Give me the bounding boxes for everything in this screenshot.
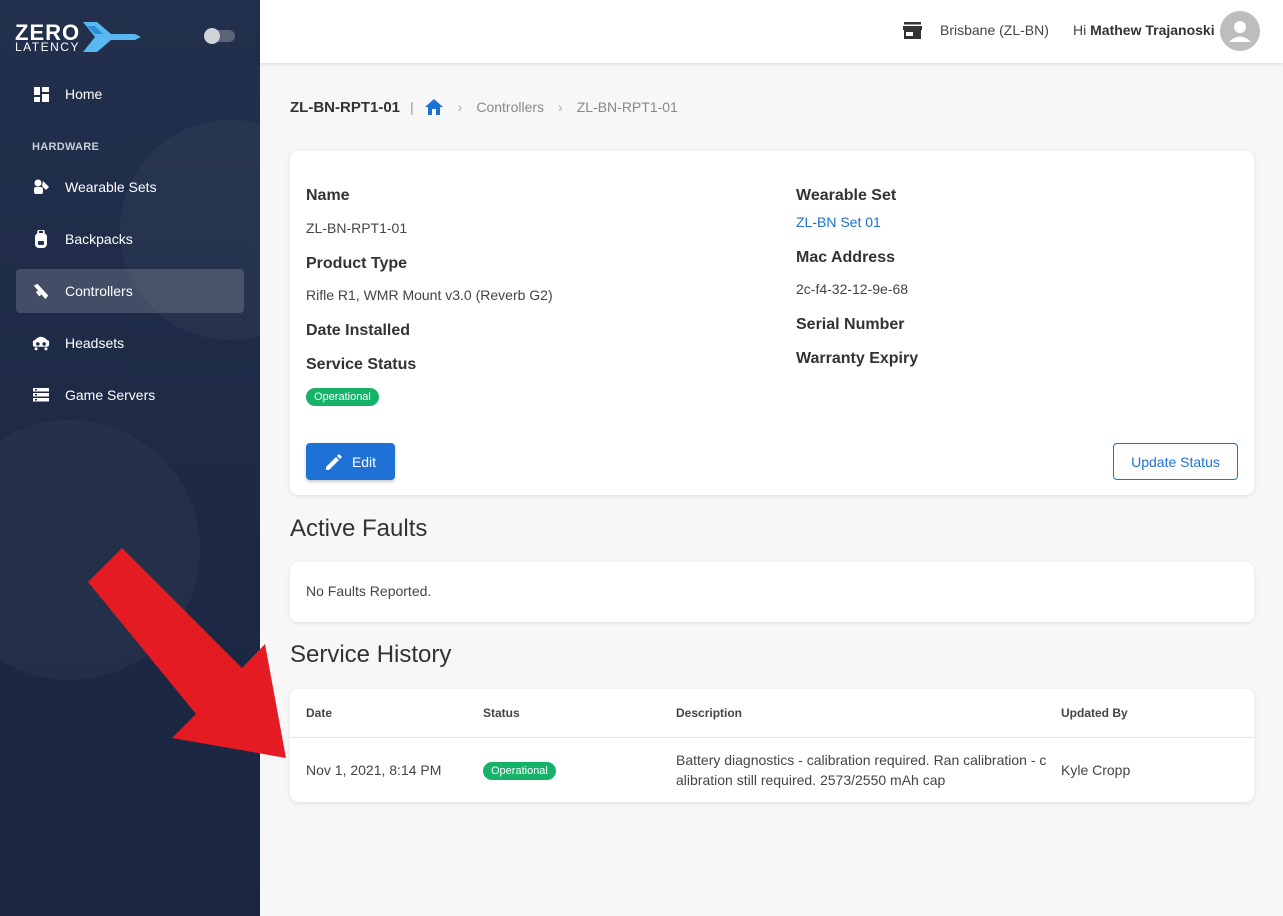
sidebar-section-heading: HARDWARE xyxy=(32,141,100,153)
status-badge: Operational xyxy=(306,388,379,406)
sidebar-item-label: Game Servers xyxy=(65,387,156,403)
server-icon xyxy=(32,386,50,404)
row-date: Nov 1, 2021, 8:14 PM xyxy=(306,762,442,778)
home-icon[interactable] xyxy=(424,98,444,116)
mac-address-label: Mac Address xyxy=(796,249,895,266)
mac-address-value: 2c-f4-32-12-9e-68 xyxy=(796,281,909,297)
wearable-set-link[interactable]: ZL-BN Set 01 xyxy=(796,214,881,230)
theme-toggle[interactable] xyxy=(204,28,235,44)
table-divider xyxy=(290,737,1254,738)
headset-icon xyxy=(32,334,50,352)
page-title: ZL-BN-RPT1-01 xyxy=(290,98,401,116)
user-name: Mathew Trajanoski xyxy=(1090,22,1215,38)
service-history-table: Date Status Description Updated By Nov 1… xyxy=(290,689,1254,802)
service-status-label: Service Status xyxy=(306,356,417,373)
red-annotation-arrow-icon xyxy=(88,548,286,758)
sidebar-item-wearable-sets[interactable]: Wearable Sets xyxy=(16,165,244,209)
sidebar-item-headsets[interactable]: Headsets xyxy=(16,321,244,365)
breadcrumb-controllers[interactable]: Controllers xyxy=(476,99,544,115)
service-history-heading: Service History xyxy=(290,641,452,668)
greeting-text: Hi xyxy=(1073,22,1087,38)
active-faults-heading: Active Faults xyxy=(290,515,428,542)
dashboard-icon xyxy=(32,85,50,103)
sidebar-item-backpacks[interactable]: Backpacks xyxy=(16,217,244,261)
location-selector[interactable]: Brisbane (ZL-BN) xyxy=(940,22,1049,38)
column-header-status[interactable]: Status xyxy=(483,706,520,720)
serial-number-label: Serial Number xyxy=(796,316,905,333)
column-header-updated-by[interactable]: Updated By xyxy=(1061,706,1128,720)
no-faults-message: No Faults Reported. xyxy=(306,583,432,599)
breadcrumb-current: ZL-BN-RPT1-01 xyxy=(576,99,678,115)
active-faults-card: No Faults Reported. xyxy=(290,562,1254,622)
edit-button-label: Edit xyxy=(351,453,377,470)
jet-logo-icon xyxy=(83,22,141,52)
name-value: ZL-BN-RPT1-01 xyxy=(306,220,408,236)
sidebar-item-label: Controllers xyxy=(65,283,133,299)
zero-latency-logo[interactable]: ZERO LATENCY xyxy=(15,20,141,54)
column-header-description[interactable]: Description xyxy=(676,706,742,720)
update-status-button[interactable]: Update Status xyxy=(1113,443,1238,480)
sidebar-item-label: Wearable Sets xyxy=(65,179,157,195)
row-updated-by: Kyle Cropp xyxy=(1061,762,1131,778)
pencil-icon xyxy=(325,453,342,470)
name-label: Name xyxy=(306,187,350,204)
status-badge: Operational xyxy=(483,762,556,780)
sidebar-item-home[interactable]: Home xyxy=(16,72,244,116)
edit-button[interactable]: Edit xyxy=(306,443,395,480)
wearable-set-label: Wearable Set xyxy=(796,187,897,204)
chevron-right-icon: › xyxy=(558,99,563,115)
avatar[interactable] xyxy=(1220,11,1260,51)
sidebar-item-game-servers[interactable]: Game Servers xyxy=(16,373,244,417)
chevron-right-icon: › xyxy=(457,99,463,115)
store-icon xyxy=(903,22,922,39)
date-installed-label: Date Installed xyxy=(306,322,411,339)
backpack-icon xyxy=(32,230,50,248)
sidebar-item-label: Backpacks xyxy=(65,231,133,247)
wearable-sets-icon xyxy=(32,178,50,196)
logo-line-2: LATENCY xyxy=(15,40,80,54)
row-description-line-2: alibration still required. 2573/2550 mAh… xyxy=(676,772,946,788)
product-type-value: Rifle R1, WMR Mount v3.0 (Reverb G2) xyxy=(306,287,553,303)
warranty-expiry-label: Warranty Expiry xyxy=(796,350,919,367)
product-type-label: Product Type xyxy=(306,255,408,272)
breadcrumb: ZL-BN-RPT1-01 | › Controllers › ZL-BN-RP… xyxy=(290,96,678,118)
person-icon xyxy=(1229,21,1251,42)
sidebar-item-controllers[interactable]: Controllers xyxy=(16,269,244,313)
row-description-line-1: Battery diagnostics - calibration requir… xyxy=(676,752,1047,768)
toggle-knob xyxy=(204,28,220,44)
sidebar: ZERO LATENCY Home HARDWARE Wearable Sets… xyxy=(0,0,260,916)
top-bar: Brisbane (ZL-BN) Hi Mathew Trajanoski xyxy=(260,0,1283,63)
sidebar-item-label: Home xyxy=(65,86,103,102)
sidebar-item-label: Headsets xyxy=(65,335,125,351)
user-greeting: Hi Mathew Trajanoski xyxy=(1073,22,1215,38)
breadcrumb-divider: | xyxy=(410,99,414,115)
controller-icon xyxy=(32,282,50,300)
controller-details-card: Name ZL-BN-RPT1-01 Product Type Rifle R1… xyxy=(290,151,1254,495)
